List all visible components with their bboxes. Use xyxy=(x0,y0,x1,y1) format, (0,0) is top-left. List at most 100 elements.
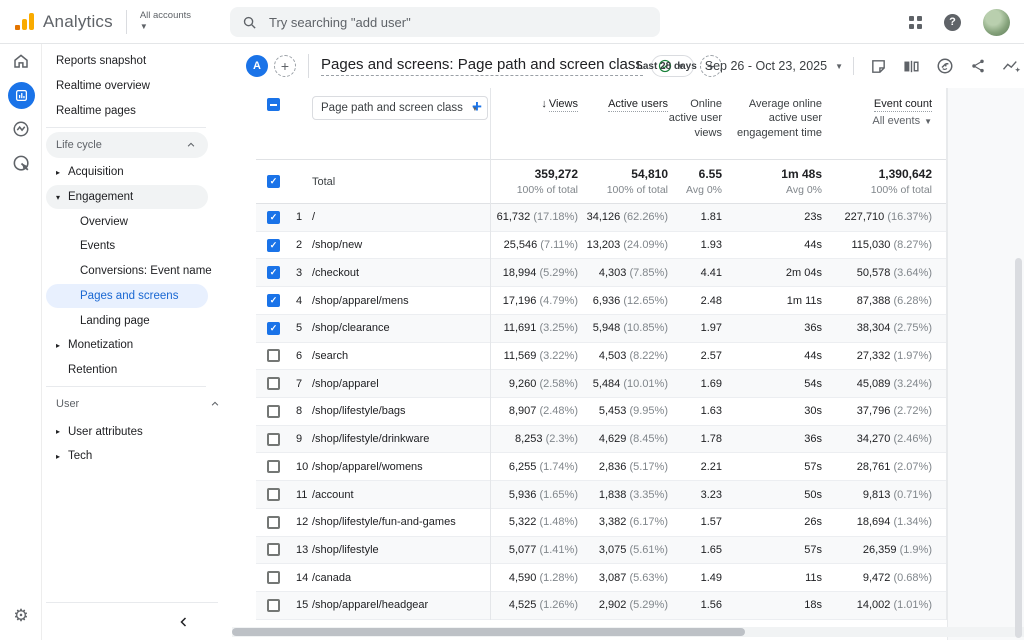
table-row[interactable]: 6 /search 11,569 (3.22%) 4,503 (8.22%) 2… xyxy=(256,343,946,371)
row-checkbox[interactable] xyxy=(267,599,280,612)
sidebar-item-label: Monetization xyxy=(68,339,133,351)
sidebar-divider xyxy=(46,127,206,128)
page-path: /shop/apparel/headgear xyxy=(312,599,490,611)
active-users-cell: 6,936 (12.65%) xyxy=(578,295,668,307)
row-checkbox[interactable] xyxy=(267,543,280,556)
horizontal-scrollbar-thumb[interactable] xyxy=(232,628,745,636)
sidebar-item-user-attributes[interactable]: ▸User attributes xyxy=(42,419,232,444)
row-checkbox[interactable] xyxy=(267,211,280,224)
total-views: 359,272100% of total xyxy=(490,167,578,196)
sidebar-item-label: Tech xyxy=(68,450,92,462)
views-cell: 5,936 (1.65%) xyxy=(490,489,578,501)
share-icon[interactable] xyxy=(970,58,986,74)
chevron-down-icon: ▼ xyxy=(140,23,191,32)
help-icon[interactable]: ? xyxy=(944,14,961,31)
settings-gear-icon[interactable]: ⚙ xyxy=(0,606,42,626)
row-checkbox[interactable] xyxy=(267,349,280,362)
dimension-selector[interactable]: Page path and screen class ▼ xyxy=(312,96,488,120)
comparisons-icon[interactable] xyxy=(903,58,920,75)
views-cell: 6,255 (1.74%) xyxy=(490,461,578,473)
account-switcher[interactable]: All accounts ▼ xyxy=(140,11,191,31)
row-checkbox[interactable] xyxy=(267,294,280,307)
column-header-active-users[interactable]: Active users xyxy=(578,88,668,111)
sidebar-item-retention[interactable]: Retention xyxy=(42,358,232,383)
table-row[interactable]: 10 /shop/apparel/womens 6,255 (1.74%) 2,… xyxy=(256,453,946,481)
sidebar-item-events[interactable]: Events xyxy=(42,234,232,259)
table-row[interactable]: 9 /shop/lifestyle/drinkware 8,253 (2.3%)… xyxy=(256,426,946,454)
total-active-users: 54,810100% of total xyxy=(578,167,668,196)
select-all-checkbox[interactable] xyxy=(267,98,280,111)
row-checkbox[interactable] xyxy=(267,322,280,335)
row-number: 15 xyxy=(296,599,312,611)
table-row[interactable]: 2 /shop/new 25,546 (7.11%) 13,203 (24.09… xyxy=(256,232,946,260)
row-checkbox[interactable] xyxy=(267,266,280,279)
sidebar-item-label: User attributes xyxy=(68,426,143,438)
sidebar-item-pages-and-screens[interactable]: Pages and screens xyxy=(46,284,208,309)
search-input[interactable]: Try searching "add user" xyxy=(230,7,660,37)
table-row[interactable]: 1 / 61,732 (17.18%) 34,126 (62.26%) 1.81… xyxy=(256,204,946,232)
top-app-bar: Analytics All accounts ▼ Try searching "… xyxy=(0,0,1024,44)
sidebar-item-monetization[interactable]: ▸Monetization xyxy=(42,333,232,358)
chevron-expanded-icon: ▾ xyxy=(56,193,68,202)
event-filter-dropdown[interactable]: All events▼ xyxy=(822,114,932,128)
property-avatar[interactable]: A xyxy=(246,55,268,77)
sidebar-item-realtime-pages[interactable]: Realtime pages xyxy=(42,98,232,123)
row-checkbox[interactable] xyxy=(267,405,280,418)
total-checkbox[interactable] xyxy=(267,175,280,188)
sidebar-item-reports-snapshot[interactable]: Reports snapshot xyxy=(42,49,232,74)
sidebar-item-life-cycle[interactable]: Life cycle xyxy=(46,132,208,158)
row-checkbox[interactable] xyxy=(267,488,280,501)
row-checkbox[interactable] xyxy=(267,377,280,390)
row-number: 1 xyxy=(296,211,312,223)
column-header-event-count[interactable]: Event count All events▼ xyxy=(822,88,932,129)
table-row[interactable]: 11 /account 5,936 (1.65%) 1,838 (3.35%) … xyxy=(256,481,946,509)
page-path: /shop/lifestyle/bags xyxy=(312,405,490,417)
sidebar-item-overview[interactable]: Overview xyxy=(42,209,232,234)
vertical-scrollbar-thumb[interactable] xyxy=(1015,258,1022,638)
table-row[interactable]: 4 /shop/apparel/mens 17,196 (4.79%) 6,93… xyxy=(256,287,946,315)
sidebar-item-landing-page[interactable]: Landing page xyxy=(42,308,232,333)
column-header-views[interactable]: ↓Views xyxy=(490,88,578,111)
user-avatar[interactable] xyxy=(983,9,1010,36)
sidebar-item-tech[interactable]: ▸Tech xyxy=(42,444,232,469)
sidebar-item-label: Realtime pages xyxy=(56,105,136,117)
table-row[interactable]: 14 /canada 4,590 (1.28%) 3,087 (5.63%) 1… xyxy=(256,564,946,592)
sidebar-item-realtime-overview[interactable]: Realtime overview xyxy=(42,74,232,99)
date-range-picker[interactable]: Sep 26 - Oct 23, 2025 xyxy=(705,59,827,73)
event-count-cell: 38,304 (2.75%) xyxy=(822,322,932,334)
table-row[interactable]: 5 /shop/clearance 11,691 (3.25%) 5,948 (… xyxy=(256,315,946,343)
insights-icon[interactable] xyxy=(1002,58,1022,75)
table-row[interactable]: 7 /shop/apparel 9,260 (2.58%) 5,484 (10.… xyxy=(256,370,946,398)
column-header-online-views[interactable]: Online active user views xyxy=(668,88,722,140)
table-row[interactable]: 3 /checkout 18,994 (5.29%) 4,303 (7.85%)… xyxy=(256,259,946,287)
report-title[interactable]: Pages and screens: Page path and screen … xyxy=(321,56,643,76)
home-icon[interactable] xyxy=(0,44,42,78)
sidebar-item-engagement[interactable]: ▾Engagement xyxy=(46,185,208,210)
table-row[interactable]: 8 /shop/lifestyle/bags 8,907 (2.48%) 5,4… xyxy=(256,398,946,426)
horizontal-scrollbar[interactable] xyxy=(232,627,1024,637)
row-checkbox[interactable] xyxy=(267,571,280,584)
reports-icon[interactable] xyxy=(0,78,42,112)
row-checkbox[interactable] xyxy=(267,516,280,529)
explore-circle-icon[interactable] xyxy=(936,57,954,75)
apps-grid-icon[interactable] xyxy=(909,16,922,29)
sidebar-item-user[interactable]: User xyxy=(42,391,232,417)
table-row[interactable]: 15 /shop/apparel/headgear 4,525 (1.26%) … xyxy=(256,592,946,620)
row-checkbox[interactable] xyxy=(267,433,280,446)
row-checkbox[interactable] xyxy=(267,239,280,252)
add-property-button[interactable]: + xyxy=(274,55,296,77)
table-row[interactable]: 12 /shop/lifestyle/fun-and-games 5,322 (… xyxy=(256,509,946,537)
row-checkbox[interactable] xyxy=(267,460,280,473)
collapse-sidebar-icon[interactable] xyxy=(178,616,190,628)
column-header-avg-engagement[interactable]: Average online active user engagement ti… xyxy=(722,88,822,140)
add-dimension-button[interactable]: + xyxy=(472,98,482,115)
explore-icon[interactable] xyxy=(0,112,42,146)
sidebar-item-conversions-event-name[interactable]: Conversions: Event name xyxy=(42,259,232,284)
notes-icon[interactable] xyxy=(870,58,887,75)
row-number: 10 xyxy=(296,461,312,473)
analytics-logo-icon[interactable] xyxy=(15,13,34,30)
table-row[interactable]: 13 /shop/lifestyle 5,077 (1.41%) 3,075 (… xyxy=(256,537,946,565)
sidebar-item-acquisition[interactable]: ▸Acquisition xyxy=(42,160,232,185)
advertising-icon[interactable] xyxy=(0,146,42,180)
report-data-table: Page path and screen class ▼ + ↓Views Ac… xyxy=(256,88,947,620)
